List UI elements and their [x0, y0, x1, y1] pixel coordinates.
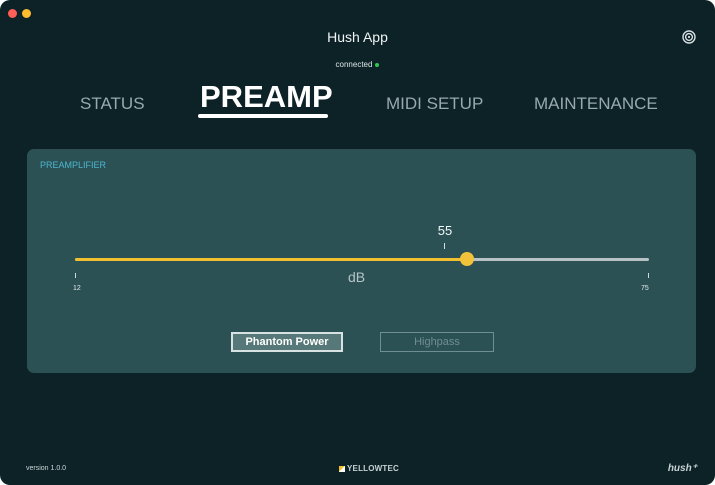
tab-preamp[interactable]: PREAMP — [200, 79, 333, 115]
hush-logo: hush⁺ — [667, 463, 697, 474]
min-tick — [75, 273, 76, 278]
tab-maintenance[interactable]: MAINTENANCE — [534, 94, 658, 114]
tab-status[interactable]: STATUS — [80, 94, 145, 114]
minimize-window-button[interactable] — [22, 9, 31, 18]
brand-name: YELLOWTEC — [347, 464, 400, 473]
highpass-button[interactable]: Highpass — [380, 332, 494, 352]
gain-value-label: 55 — [437, 223, 453, 238]
gain-slider-track[interactable] — [75, 252, 649, 266]
app-window: Hush App connected STATUS PREAMP MIDI SE… — [0, 0, 715, 485]
connection-status: connected — [0, 60, 715, 69]
close-window-button[interactable] — [8, 9, 17, 18]
brand-mark-icon — [339, 466, 345, 472]
app-title: Hush App — [327, 29, 388, 45]
phantom-power-button[interactable]: Phantom Power — [231, 332, 343, 352]
version-label: version 1.0.0 — [26, 465, 67, 472]
max-label: 75 — [641, 285, 649, 292]
max-tick — [648, 273, 649, 278]
tab-midi-setup[interactable]: MIDI SETUP — [386, 94, 483, 114]
unit-label: dB — [348, 269, 366, 285]
connection-status-text: connected — [335, 60, 373, 69]
gain-slider-fill — [75, 258, 467, 261]
settings-icon[interactable] — [682, 30, 696, 44]
window-controls — [8, 9, 31, 18]
gain-value-tick — [444, 243, 445, 249]
active-tab-indicator — [198, 114, 328, 118]
gain-slider-thumb[interactable] — [459, 252, 474, 266]
connection-indicator-icon — [375, 62, 380, 67]
panel-title: PREAMPLIFIER — [40, 160, 107, 170]
brand-logo: YELLOWTEC — [339, 464, 399, 473]
min-label: 12 — [73, 285, 81, 292]
preamplifier-panel: PREAMPLIFIER 55 12 75 dB Phantom Power H… — [27, 149, 696, 373]
